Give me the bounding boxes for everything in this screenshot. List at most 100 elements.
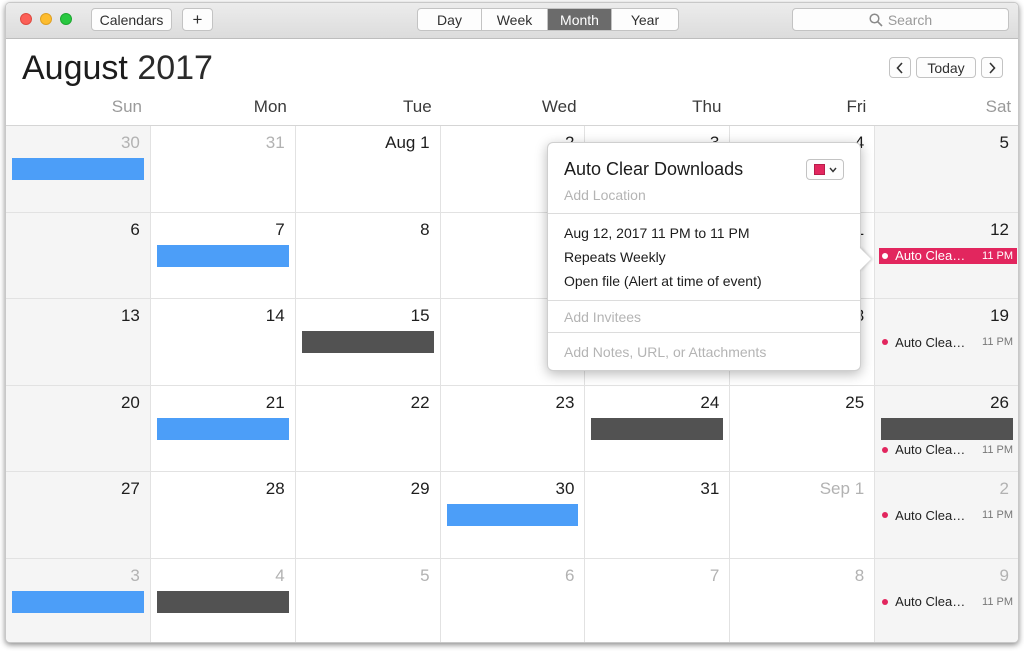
day-cell[interactable]: 6 (6, 212, 151, 299)
blue-event-bar[interactable] (12, 590, 144, 613)
close-window-button[interactable] (20, 13, 32, 25)
day-cell[interactable]: 9 Auto Clea… 11 PM (875, 558, 1018, 642)
day-number: 19 (990, 306, 1010, 325)
day-cell[interactable]: 12 Auto Clea… 11 PM (875, 212, 1018, 299)
today-button[interactable]: Today (916, 57, 976, 78)
day-cell[interactable]: Aug 1 (295, 126, 441, 213)
search-field[interactable]: Search (792, 8, 1009, 31)
day-number: 26 (990, 392, 1010, 412)
event-label: Auto Clea… (895, 248, 966, 263)
zoom-window-button[interactable] (60, 13, 72, 25)
day-number: 8 (420, 219, 430, 239)
day-cell[interactable]: 5 (296, 558, 441, 642)
dark-event-bar[interactable] (591, 417, 724, 440)
popover-divider (548, 332, 860, 333)
previous-month-button[interactable] (889, 57, 911, 78)
calendar-color-dropdown[interactable] (806, 159, 844, 180)
next-month-button[interactable] (981, 57, 1003, 78)
day-cell[interactable]: 14 (150, 299, 296, 386)
add-event-button[interactable]: + (182, 8, 213, 31)
day-cell[interactable]: 5 (875, 126, 1018, 213)
month-grid: 3031Aug 123456789101112Auto Clea…11 PM13… (6, 125, 1018, 642)
day-number: 30 (120, 133, 140, 152)
calendar-event[interactable]: Auto Clea… 11 PM (879, 594, 1017, 610)
day-number: 22 (410, 392, 430, 412)
day-cell[interactable]: 24 (585, 385, 731, 472)
dark-event-bar[interactable] (301, 331, 434, 353)
event-alert[interactable]: Open file (Alert at time of event) (564, 273, 762, 289)
event-label: Auto Clea… (895, 334, 966, 350)
weekday-label: Fri (846, 97, 867, 116)
day-number: 15 (410, 306, 430, 325)
chevron-right-icon (989, 61, 996, 74)
day-number: Sep 1 (819, 479, 865, 498)
calendars-button[interactable]: Calendars (91, 8, 172, 31)
event-time: 11 PM (982, 443, 1014, 456)
event-dot-icon (882, 252, 889, 259)
event-time: 11 PM (982, 249, 1014, 262)
day-cell[interactable]: 30 (6, 126, 151, 213)
day-cell[interactable]: 8 (730, 558, 876, 642)
calendar-event[interactable]: Auto Clea… 11 PM (879, 334, 1017, 350)
view-day-tab[interactable]: Day (418, 9, 482, 30)
day-cell[interactable]: Sep 1 (730, 472, 876, 559)
day-cell[interactable]: 30 (440, 472, 586, 559)
event-time: 11 PM (982, 595, 1014, 608)
chevron-down-icon (828, 167, 837, 173)
blue-event-bar[interactable] (446, 504, 579, 526)
event-label: Auto Clea… (895, 507, 966, 523)
day-cell[interactable]: 25 (730, 385, 876, 472)
day-cell[interactable]: 7 (150, 212, 296, 299)
event-title[interactable]: Auto Clear Downloads (564, 159, 743, 180)
day-cell[interactable]: 4 (151, 558, 296, 642)
minimize-window-button[interactable] (40, 13, 52, 25)
event-dot-icon (882, 446, 889, 453)
day-number: 5 (999, 133, 1010, 152)
day-cell[interactable]: 15 (295, 299, 441, 386)
add-invitees-field[interactable]: Add Invitees (564, 309, 641, 325)
day-number: 5 (420, 565, 430, 585)
day-cell[interactable]: 13 (6, 299, 151, 386)
dark-event-bar[interactable] (881, 417, 1014, 440)
day-cell[interactable]: 28 (150, 472, 296, 559)
day-cell[interactable]: 29 (295, 472, 441, 559)
view-year-tab[interactable]: Year (612, 9, 678, 30)
year-value: 2017 (137, 49, 213, 87)
day-number: 8 (854, 565, 865, 585)
day-cell[interactable]: 27 (6, 472, 151, 559)
day-cell[interactable]: 7 (585, 558, 731, 642)
day-cell[interactable]: 2 Auto Clea… 11 PM (875, 472, 1018, 559)
calendar-event[interactable]: Auto Clea… 11 PM (879, 247, 1018, 264)
day-cell[interactable]: 21 (150, 385, 296, 472)
day-number: 7 (275, 219, 285, 239)
weekday-label: Thu (692, 97, 722, 116)
blue-event-bar[interactable] (12, 158, 144, 180)
view-week-tab[interactable]: Week (482, 9, 548, 30)
day-cell[interactable]: 6 (441, 558, 586, 642)
day-number: 2 (999, 479, 1010, 498)
calendar-event[interactable]: Auto Clea… 11 PM (879, 507, 1017, 523)
event-popover: Auto Clear Downloads Add Location Aug 12… (547, 142, 861, 371)
calendar-window: Calendars + Day Week Month Year Search A… (5, 2, 1019, 643)
blue-event-bar[interactable] (156, 417, 289, 440)
event-repeat[interactable]: Repeats Weekly (564, 249, 666, 265)
event-time: 11 PM (982, 509, 1014, 521)
day-cell[interactable]: 8 (295, 212, 441, 299)
day-number: 23 (555, 392, 575, 412)
blue-event-bar[interactable] (156, 244, 289, 267)
day-cell[interactable]: 3 (6, 558, 151, 642)
event-date-time[interactable]: Aug 12, 2017 11 PM to 11 PM (564, 225, 750, 241)
day-cell[interactable]: 26 Auto Clea… 11 PM (875, 385, 1018, 472)
add-location-field[interactable]: Add Location (564, 187, 646, 203)
day-cell[interactable]: 19 Auto Clea… 11 PM (875, 299, 1018, 386)
day-cell[interactable]: 20 (6, 385, 151, 472)
day-cell[interactable]: 23 (440, 385, 586, 472)
calendar-event[interactable]: Auto Clea… 11 PM (879, 442, 1017, 458)
day-cell[interactable]: 22 (295, 385, 441, 472)
view-month-tab[interactable]: Month (548, 9, 612, 30)
day-cell[interactable]: 31 (150, 126, 296, 213)
dark-event-bar[interactable] (156, 590, 289, 613)
add-notes-field[interactable]: Add Notes, URL, or Attachments (564, 344, 766, 360)
day-cell[interactable]: 31 (585, 472, 731, 559)
event-label: Auto Clea… (895, 594, 966, 609)
